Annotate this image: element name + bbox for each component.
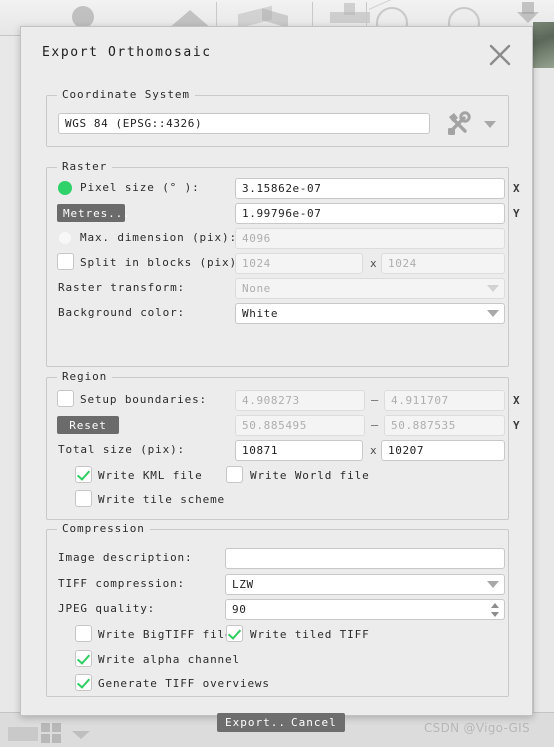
pixel-size-x-input[interactable]: 3.15862e-07 — [235, 178, 505, 199]
jpeg-quality-label: JPEG quality: — [58, 602, 156, 615]
coordinate-system-select[interactable]: WGS 84 (EPSG::4326) — [58, 113, 430, 134]
pixel-size-y-input[interactable]: 1.99796e-07 — [235, 203, 505, 224]
write-tile-scheme-checkbox[interactable] — [75, 490, 92, 507]
generate-tiff-overviews-checkbox[interactable] — [75, 674, 92, 691]
boundary-x-max-input[interactable]: 4.911707 — [384, 390, 505, 411]
compression-legend: Compression — [57, 522, 150, 535]
write-bigtiff-file-label: Write BigTIFF file — [98, 628, 233, 641]
total-size-height-input[interactable]: 10207 — [381, 440, 505, 461]
write-alpha-channel-checkbox[interactable] — [75, 650, 92, 667]
metres-button[interactable]: Metres... — [57, 204, 130, 222]
raster-group: Raster Pixel size (° ): 3.15862e-07 X Me… — [46, 160, 520, 367]
region-group: Region Setup boundaries: 4.908273 — 4.91… — [46, 370, 520, 520]
dialog-titlebar: Export Orthomosaic — [21, 27, 532, 83]
background-right-panel — [533, 36, 554, 712]
dialog-footer: Export... Cancel — [21, 713, 532, 743]
sphere-tool-icon — [72, 6, 94, 28]
write-kml-file-label: Write KML file — [98, 469, 203, 482]
write-kml-file-checkbox[interactable] — [75, 466, 92, 483]
write-world-file-label: Write World file — [250, 469, 370, 482]
coordinate-system-legend: Coordinate System — [57, 88, 195, 101]
boundary-x-min-input[interactable]: 4.908273 — [235, 390, 365, 411]
write-world-file-checkbox[interactable] — [226, 466, 243, 483]
pixel-size-y-axis-label: Y — [513, 207, 520, 220]
write-tiled-tiff-checkbox[interactable] — [226, 625, 243, 642]
reset-button[interactable]: Reset — [57, 416, 119, 434]
raster-transform-select[interactable]: None — [235, 278, 505, 299]
setup-boundaries-checkbox[interactable] — [57, 390, 74, 407]
setup-boundaries-label: Setup boundaries: — [80, 393, 208, 406]
pixel-size-x-axis-label: X — [513, 182, 520, 195]
split-in-blocks-height-input[interactable]: 1024 — [381, 253, 505, 274]
region-legend: Region — [57, 370, 113, 383]
texture-tool-icon-2 — [262, 8, 288, 28]
chevron-down-icon — [484, 121, 496, 128]
image-description-label: Image description: — [58, 551, 193, 564]
export-orthomosaic-dialog: Export Orthomosaic Coordinate System WGS… — [20, 26, 533, 732]
max-dimension-input[interactable]: 4096 — [235, 228, 505, 249]
close-icon[interactable] — [482, 37, 518, 73]
raster-transform-label: Raster transform: — [58, 281, 186, 294]
total-size-label: Total size (pix): — [58, 443, 186, 456]
write-bigtiff-file-checkbox[interactable] — [75, 625, 92, 642]
page-title: Export Orthomosaic — [42, 45, 212, 60]
generate-tiff-overviews-label: Generate TIFF overviews — [98, 677, 270, 690]
boundary-y-separator: — — [371, 418, 379, 432]
coordinate-system-group: Coordinate System WGS 84 (EPSG::4326) — [46, 88, 509, 147]
total-size-separator: x — [370, 444, 377, 457]
write-tiled-tiff-label: Write tiled TIFF — [250, 628, 370, 641]
background-color-select[interactable]: White — [235, 303, 505, 324]
pixel-size-label: Pixel size (° ): — [80, 181, 200, 194]
split-in-blocks-separator: x — [370, 257, 377, 270]
raster-legend: Raster — [57, 160, 113, 173]
boundary-x-separator: — — [371, 393, 379, 407]
max-dimension-radio[interactable] — [58, 231, 72, 245]
tiepoint-tool-pole-icon — [344, 3, 355, 15]
tiff-compression-select[interactable]: LZW — [225, 574, 505, 595]
image-description-input[interactable] — [225, 548, 505, 569]
total-size-width-input[interactable]: 10871 — [235, 440, 363, 461]
background-left-panel — [0, 36, 22, 712]
split-in-blocks-checkbox[interactable] — [57, 253, 74, 270]
max-dimension-label: Max. dimension (pix): — [80, 231, 237, 244]
jpeg-quality-input[interactable]: 90 — [225, 599, 505, 620]
boundary-x-axis-label: X — [513, 394, 520, 407]
write-tile-scheme-label: Write tile scheme — [98, 493, 226, 506]
boundary-y-axis-label: Y — [513, 419, 520, 432]
split-in-blocks-width-input[interactable]: 1024 — [235, 253, 363, 274]
hammer-wrench-icon[interactable] — [444, 110, 472, 138]
boundary-y-min-input[interactable]: 50.885495 — [235, 415, 365, 436]
compression-group: Compression Image description: TIFF comp… — [46, 522, 509, 697]
tiff-compression-label: TIFF compression: — [58, 577, 186, 590]
write-alpha-channel-label: Write alpha channel — [98, 653, 240, 666]
cancel-button[interactable]: Cancel — [283, 713, 345, 732]
background-photo-thumbnail — [533, 22, 554, 68]
boundary-y-max-input[interactable]: 50.887535 — [384, 415, 505, 436]
background-color-label: Background color: — [58, 306, 186, 319]
pixel-size-radio[interactable] — [58, 181, 72, 195]
split-in-blocks-label: Split in blocks (pix): — [80, 256, 245, 269]
